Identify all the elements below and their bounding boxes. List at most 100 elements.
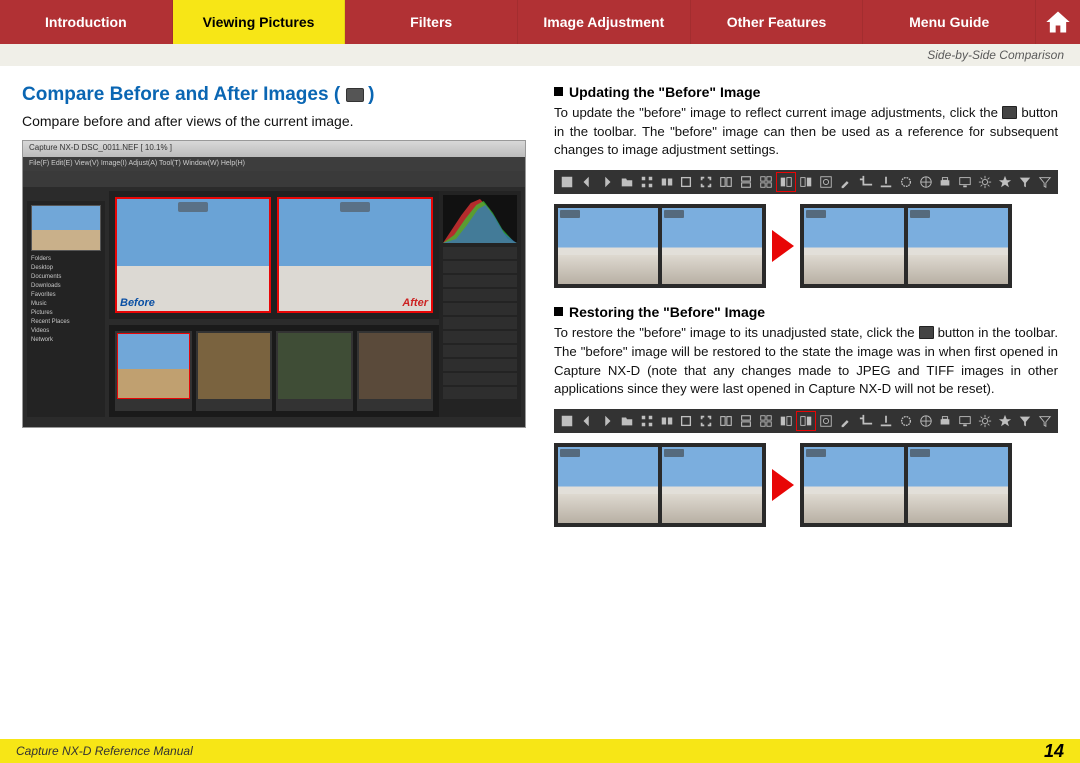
tree-item: Music bbox=[31, 300, 101, 309]
bullet-icon bbox=[554, 307, 563, 316]
preview-icon bbox=[817, 173, 835, 191]
title-text-a: Compare Before and After Images ( bbox=[22, 84, 340, 106]
panel-control bbox=[340, 202, 370, 212]
print-icon bbox=[937, 412, 955, 430]
preview-icon bbox=[817, 412, 835, 430]
tree-item: Videos bbox=[31, 327, 101, 336]
histogram bbox=[443, 195, 517, 243]
app-screenshot: Capture NX-D DSC_0011.NEF [ 10.1% ] File… bbox=[22, 140, 526, 428]
thumbs-icon bbox=[658, 412, 676, 430]
print-icon bbox=[937, 173, 955, 191]
toolbar bbox=[23, 171, 525, 187]
tab-menu-guide[interactable]: Menu Guide bbox=[863, 0, 1036, 44]
left-panel: Folders Desktop Documents Downloads Favo… bbox=[27, 201, 105, 417]
window-title: Capture NX-D DSC_0011.NEF [ 10.1% ] bbox=[23, 141, 525, 157]
thumb bbox=[357, 331, 434, 411]
filter-icon bbox=[1016, 412, 1034, 430]
tab-filters[interactable]: Filters bbox=[345, 0, 518, 44]
menu-bar: File(F) Edit(E) View(V) Image(I) Adjust(… bbox=[23, 157, 525, 171]
page-footer: Capture NX-D Reference Manual 14 bbox=[0, 739, 1080, 763]
intro-text: Compare before and after views of the cu… bbox=[22, 112, 526, 132]
split-4-icon bbox=[757, 412, 775, 430]
forward-icon bbox=[598, 173, 616, 191]
folder-icon bbox=[618, 412, 636, 430]
pair-after bbox=[800, 204, 1012, 288]
monitor-icon bbox=[956, 412, 974, 430]
adjustment-list bbox=[443, 247, 517, 413]
back-icon bbox=[578, 412, 596, 430]
retouch-icon bbox=[897, 412, 915, 430]
arrow-right-icon bbox=[772, 230, 794, 262]
thumb bbox=[276, 331, 353, 411]
tree-item: Network bbox=[31, 336, 101, 345]
eyedropper-icon bbox=[837, 412, 855, 430]
restore-before-tool-icon bbox=[797, 173, 815, 191]
update-before-icon bbox=[1002, 106, 1017, 119]
save-icon bbox=[558, 412, 576, 430]
full-icon bbox=[697, 173, 715, 191]
after-panel: After bbox=[277, 197, 433, 313]
map-icon bbox=[917, 412, 935, 430]
grid-icon bbox=[638, 412, 656, 430]
sec2-title-text: Restoring the "Before" Image bbox=[569, 304, 765, 320]
tab-viewing-pictures[interactable]: Viewing Pictures bbox=[173, 0, 346, 44]
thumbnail-strip bbox=[109, 325, 439, 417]
thumb bbox=[115, 331, 192, 411]
right-column: Updating the "Before" Image To update th… bbox=[554, 84, 1058, 543]
home-button[interactable] bbox=[1036, 0, 1080, 44]
tab-image-adjustment[interactable]: Image Adjustment bbox=[518, 0, 691, 44]
back-icon bbox=[578, 173, 596, 191]
straighten-icon bbox=[877, 173, 895, 191]
straighten-icon bbox=[877, 412, 895, 430]
folder-icon bbox=[618, 173, 636, 191]
retouch-icon bbox=[897, 173, 915, 191]
pair-before bbox=[554, 204, 766, 288]
toolbar-example-2 bbox=[554, 409, 1058, 433]
arrow-right-icon bbox=[772, 469, 794, 501]
split-h-icon bbox=[737, 412, 755, 430]
tab-other-features[interactable]: Other Features bbox=[691, 0, 864, 44]
tree-item: Pictures bbox=[31, 309, 101, 318]
single-icon bbox=[678, 412, 696, 430]
tree-item: Documents bbox=[31, 273, 101, 282]
tree-item: Favorites bbox=[31, 291, 101, 300]
pair-after bbox=[800, 443, 1012, 527]
before-after-pair-1 bbox=[554, 204, 1058, 288]
split-h-icon bbox=[737, 173, 755, 191]
monitor-icon bbox=[956, 173, 974, 191]
title-text-b: ) bbox=[368, 84, 374, 106]
tree-item: Folders bbox=[31, 255, 101, 264]
tree-item: Downloads bbox=[31, 282, 101, 291]
compare-viewer: Before After bbox=[109, 191, 439, 319]
sec2-paragraph: To restore the "before" image to its una… bbox=[554, 324, 1058, 399]
grid-icon bbox=[638, 173, 656, 191]
sec2-heading: Restoring the "Before" Image bbox=[554, 304, 1058, 320]
sec2-text-a: To restore the "before" image to its una… bbox=[554, 325, 919, 340]
left-column: Compare Before and After Images ( ) Comp… bbox=[22, 84, 526, 543]
toolbar-example-1 bbox=[554, 170, 1058, 194]
pair-before bbox=[554, 443, 766, 527]
after-label: After bbox=[402, 297, 428, 309]
restore-before-icon bbox=[919, 326, 934, 339]
crop-icon bbox=[857, 173, 875, 191]
full-icon bbox=[697, 412, 715, 430]
tree-item: Desktop bbox=[31, 264, 101, 273]
restore-before-tool-icon bbox=[797, 412, 815, 430]
split-v-icon bbox=[717, 412, 735, 430]
right-panel bbox=[439, 191, 521, 417]
top-tab-bar: Introduction Viewing Pictures Filters Im… bbox=[0, 0, 1080, 44]
folder-tree: Folders Desktop Documents Downloads Favo… bbox=[31, 255, 101, 345]
single-icon bbox=[678, 173, 696, 191]
crop-icon bbox=[857, 412, 875, 430]
nav-thumb bbox=[31, 205, 101, 251]
manual-name: Capture NX-D Reference Manual bbox=[16, 744, 193, 758]
tab-introduction[interactable]: Introduction bbox=[0, 0, 173, 44]
bullet-icon bbox=[554, 87, 563, 96]
eyedropper-icon bbox=[837, 173, 855, 191]
tree-item: Recent Places bbox=[31, 318, 101, 327]
star-icon bbox=[996, 173, 1014, 191]
before-panel: Before bbox=[115, 197, 271, 313]
forward-icon bbox=[598, 412, 616, 430]
thumb bbox=[196, 331, 273, 411]
filter2-icon bbox=[1036, 412, 1054, 430]
